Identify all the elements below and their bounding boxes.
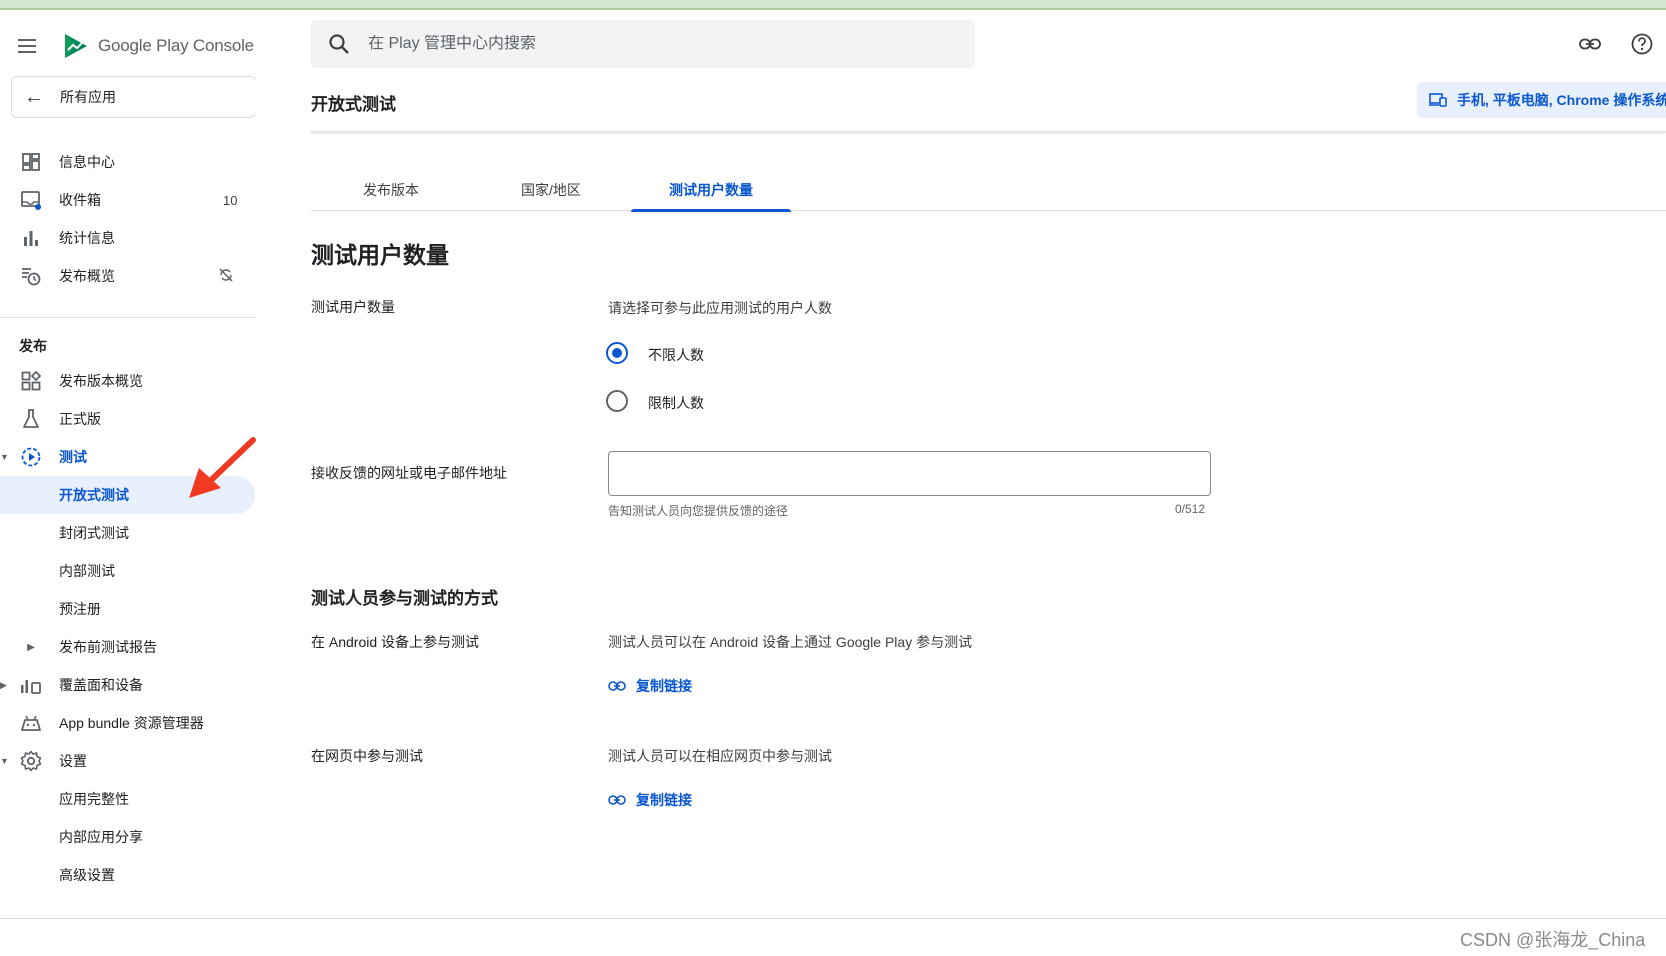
sidebar-item-advanced-settings[interactable]: 高级设置: [0, 856, 255, 894]
tab-tester-count[interactable]: 测试用户数量: [631, 175, 791, 212]
feedback-char-counter: 0/512: [1175, 502, 1206, 516]
production-icon: [19, 407, 43, 431]
search-icon: [329, 34, 349, 54]
unlimited-radio[interactable]: [606, 342, 628, 364]
annotation-arrow-icon: [189, 437, 256, 498]
back-arrow-icon: ←: [24, 86, 44, 108]
copy-link-label: 复制链接: [636, 792, 692, 808]
sidebar-item-internal-testing[interactable]: 内部测试: [0, 552, 255, 590]
sidebar-item-label: 正式版: [59, 411, 101, 427]
link-icon[interactable]: [1576, 30, 1604, 58]
web-join-description: 测试人员可以在相应网页中参与测试: [608, 748, 832, 764]
sidebar-item-production[interactable]: 正式版: [0, 400, 255, 438]
sidebar-item-label: 发布版本概览: [59, 373, 143, 389]
sidebar-item-label: 预注册: [59, 601, 101, 617]
bar-chart-icon: [19, 226, 43, 250]
limited-radio[interactable]: [606, 390, 628, 412]
device-types-chip[interactable]: 手机, 平板电脑, Chrome 操作系统: [1417, 82, 1666, 118]
search-bar[interactable]: [310, 20, 975, 68]
tester-count-label: 测试用户数量: [311, 299, 395, 315]
section-heading: 测试用户数量: [311, 242, 449, 268]
sidebar-item-label: 应用完整性: [59, 791, 129, 807]
sidebar-item-closed-testing[interactable]: 封闭式测试: [0, 514, 255, 552]
brand-header: Google Play Console: [18, 28, 254, 64]
all-apps-label: 所有应用: [60, 89, 116, 105]
sidebar-item-settings[interactable]: ▼ 设置: [0, 742, 255, 780]
tab-bar: 发布版本 国家/地区 测试用户数量: [311, 175, 1666, 212]
app-bundle-icon: [19, 711, 43, 735]
sidebar-item-label: 信息中心: [59, 154, 115, 170]
sidebar-item-dashboard[interactable]: 信息中心: [0, 143, 255, 181]
limited-radio-label[interactable]: 限制人数: [648, 393, 704, 413]
feedback-helper-text: 告知测试人员向您提供反馈的途径: [608, 504, 789, 518]
android-join-label: 在 Android 设备上参与测试: [311, 634, 480, 650]
sidebar-divider: [0, 317, 255, 318]
watermark: CSDN @张海龙_China: [1460, 930, 1646, 950]
feedback-label: 接收反馈的网址或电子邮件地址: [311, 465, 507, 481]
link-icon: [608, 681, 626, 691]
brand-name: Google Play Console: [98, 36, 254, 55]
dashboard-icon: [19, 150, 43, 174]
testing-icon: [19, 445, 43, 469]
tab-countries-regions[interactable]: 国家/地区: [471, 175, 631, 211]
device-chip-label: 手机, 平板电脑, Chrome 操作系统: [1457, 92, 1666, 108]
sidebar-item-releases-overview[interactable]: 发布版本概览: [0, 362, 255, 400]
expand-right-icon: ▶: [0, 679, 7, 690]
inbox-icon: [19, 188, 43, 212]
unlimited-radio-label[interactable]: 不限人数: [648, 345, 704, 365]
sidebar-section-title: 发布: [19, 338, 47, 354]
expand-down-icon: ▼: [0, 756, 9, 766]
sidebar-item-app-integrity[interactable]: 应用完整性: [0, 780, 255, 818]
bottom-bar: [0, 918, 1666, 956]
sidebar-item-statistics[interactable]: 统计信息: [0, 219, 255, 257]
tester-count-prompt: 请选择可参与此应用测试的用户人数: [608, 300, 832, 316]
chevron-right-icon: ▶: [27, 641, 35, 653]
hamburger-menu-icon[interactable]: [18, 33, 44, 59]
sidebar-item-label: 高级设置: [59, 867, 115, 883]
sidebar-item-pre-launch-report[interactable]: ▶ 发布前测试报告: [0, 628, 255, 666]
sidebar-item-reach-devices[interactable]: ▶ 覆盖面和设备: [0, 666, 255, 704]
sidebar-item-label: App bundle 资源管理器: [59, 715, 204, 731]
sidebar-item-publishing-overview[interactable]: 发布概览: [0, 257, 255, 295]
sidebar-item-label: 开放式测试: [59, 487, 129, 503]
browser-top-strip: [0, 0, 1666, 10]
publishing-overview-icon: [19, 264, 43, 288]
sidebar-item-label: 覆盖面和设备: [59, 677, 143, 693]
reach-devices-icon: [19, 673, 43, 697]
feedback-url-input[interactable]: [608, 451, 1211, 496]
sidebar-item-label: 内部应用分享: [59, 829, 143, 845]
sidebar-item-label: 发布概览: [59, 268, 115, 284]
sidebar-item-label: 统计信息: [59, 230, 115, 246]
link-icon: [608, 795, 626, 805]
sidebar-item-pre-registration[interactable]: 预注册: [0, 590, 255, 628]
sidebar-item-inbox[interactable]: 收件箱 10: [0, 181, 255, 219]
sidebar-item-label: 收件箱: [59, 192, 101, 208]
sidebar-item-label: 设置: [59, 753, 87, 769]
android-join-description: 测试人员可以在 Android 设备上通过 Google Play 参与测试: [608, 634, 973, 650]
android-copy-link-button[interactable]: 复制链接: [608, 676, 692, 696]
sidebar-item-internal-app-sharing[interactable]: 内部应用分享: [0, 818, 255, 856]
inbox-count-badge: 10: [223, 192, 238, 208]
how-to-join-heading: 测试人员参与测试的方式: [311, 589, 498, 608]
search-input[interactable]: [368, 35, 928, 53]
sync-off-icon: [218, 267, 234, 286]
web-copy-link-button[interactable]: 复制链接: [608, 790, 692, 810]
help-icon[interactable]: [1628, 30, 1656, 58]
all-apps-button[interactable]: ← 所有应用: [11, 76, 255, 118]
sidebar-item-label: 封闭式测试: [59, 525, 129, 541]
page-title: 开放式测试: [311, 95, 396, 114]
devices-icon: [1429, 93, 1447, 107]
play-console-logo-icon: [65, 34, 87, 58]
header-divider: [311, 131, 1666, 133]
expand-down-icon: ▼: [0, 452, 9, 462]
releases-overview-icon: [19, 369, 43, 393]
settings-icon: [19, 749, 43, 773]
web-join-label: 在网页中参与测试: [311, 748, 423, 764]
tab-releases[interactable]: 发布版本: [311, 175, 471, 211]
sidebar-item-label: 内部测试: [59, 563, 115, 579]
sidebar-item-app-bundle-explorer[interactable]: App bundle 资源管理器: [0, 704, 255, 742]
copy-link-label: 复制链接: [636, 678, 692, 694]
sidebar-item-label: 发布前测试报告: [59, 639, 157, 655]
sidebar-item-label: 测试: [59, 449, 87, 465]
